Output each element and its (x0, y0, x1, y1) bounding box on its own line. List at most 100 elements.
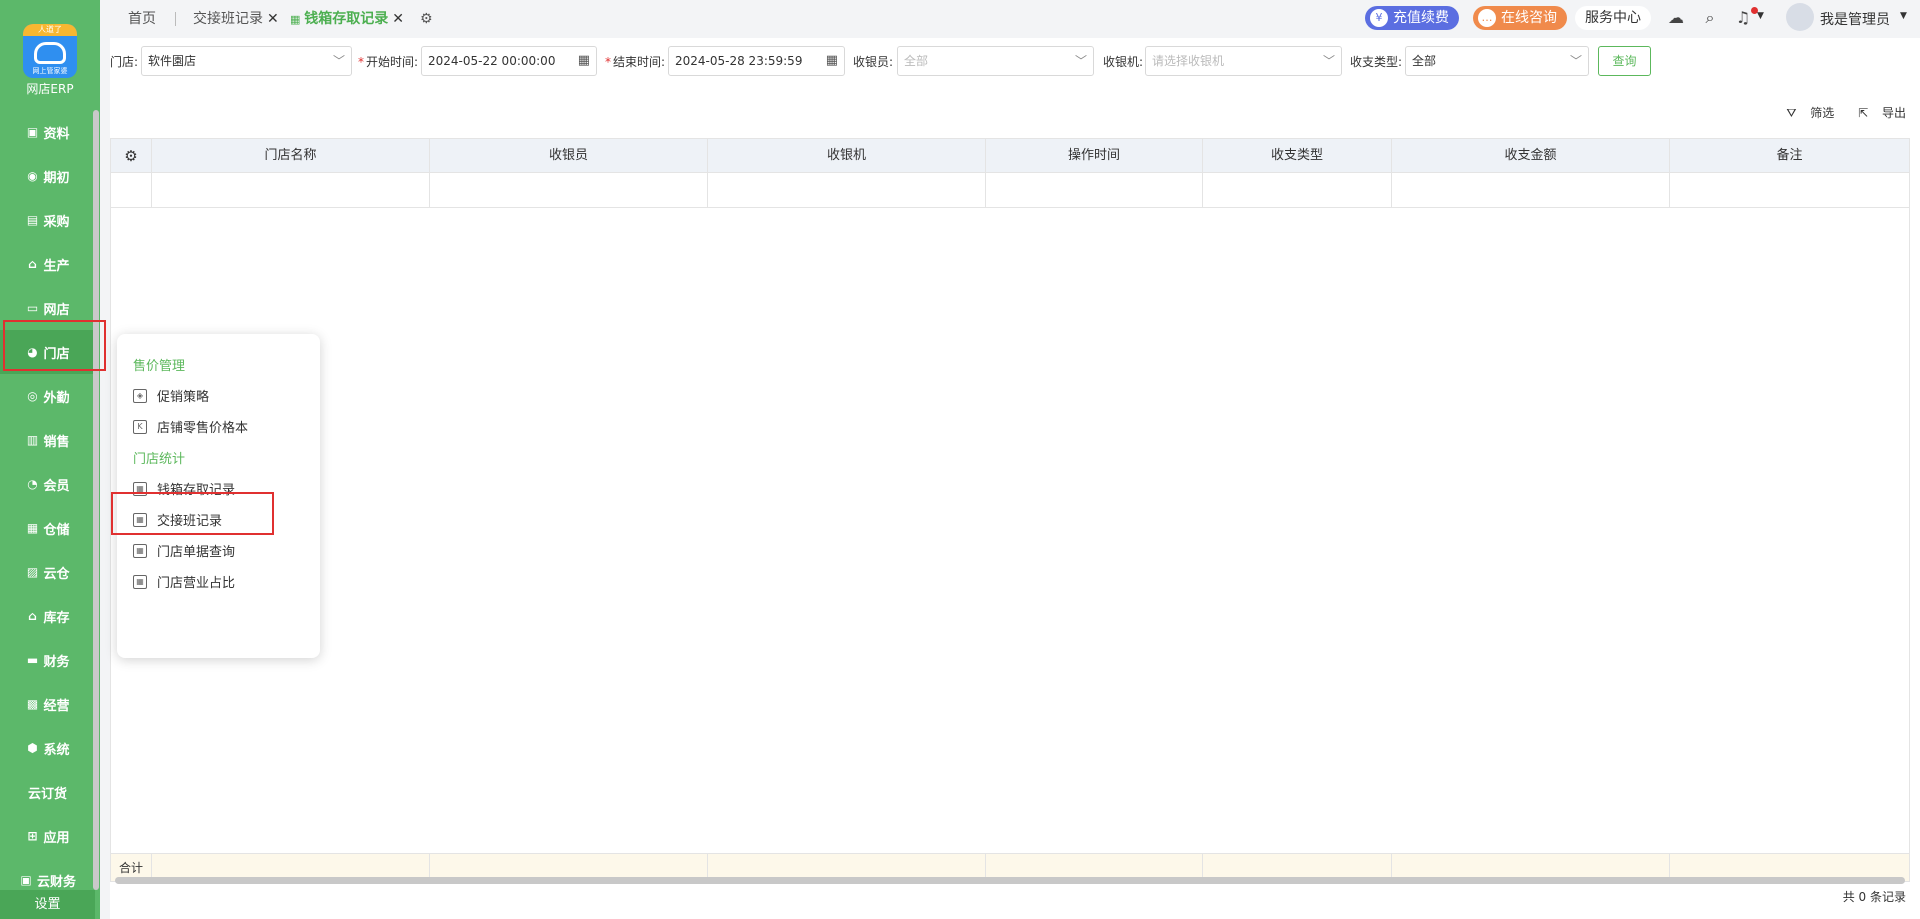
cloud-warehouse-icon: ▨ (26, 565, 39, 579)
table-cell (1392, 173, 1670, 207)
store-label: 门店: (110, 55, 139, 69)
funnel-icon: ⛛ (1786, 106, 1797, 120)
recharge-button[interactable]: ¥ 充值续费 (1365, 6, 1459, 30)
bell-icon[interactable]: ♫ (1733, 8, 1753, 28)
highlight-box-cashbox (111, 492, 274, 535)
avatar[interactable] (1786, 3, 1814, 31)
sidebar-item-label: 生产 (43, 258, 70, 274)
column-header[interactable]: 收银机 (708, 139, 986, 172)
warehouse-icon: ▦ (26, 521, 39, 535)
menu-item-store-share[interactable]: ▦ 门店营业占比 (133, 572, 235, 591)
table-cell (152, 173, 430, 207)
tab-separator (175, 12, 176, 26)
cashier-select[interactable]: 全部 ﹀ (897, 46, 1094, 76)
record-count: 共 0 条记录 (1842, 890, 1906, 904)
column-header[interactable]: 收支金额 (1392, 139, 1670, 172)
chevron-down-icon[interactable]: ▼ (1757, 11, 1764, 21)
sidebar-item-jingying[interactable]: ▩ 经营 (0, 682, 95, 726)
type-value: 全部 (1412, 54, 1437, 68)
column-header[interactable]: 收支类型 (1203, 139, 1392, 172)
finance-icon: ▬ (26, 653, 39, 667)
sidebar-item-label: 网店 (43, 302, 70, 318)
calendar-icon: ▦ (577, 53, 590, 68)
type-label: 收支类型: (1350, 55, 1403, 69)
sidebar-item-waiqin[interactable]: ◎ 外勤 (0, 374, 95, 418)
sidebar-item-label: 经营 (43, 698, 70, 714)
chevron-down-icon[interactable]: ▼ (1900, 11, 1907, 21)
query-button[interactable]: 查询 (1598, 46, 1651, 76)
register-select[interactable]: 请选择收银机 ﹀ (1145, 46, 1342, 76)
type-select[interactable]: 全部 ﹀ (1405, 46, 1589, 76)
sidebar-item-xitong[interactable]: ⬢ 系统 (0, 726, 95, 770)
column-header[interactable]: 收银员 (430, 139, 708, 172)
end-time-input[interactable]: 2024-05-28 23:59:59 ▦ (668, 46, 845, 76)
sidebar-item-label: 云订货 (27, 786, 67, 802)
sidebar-item-label: 外勤 (43, 390, 70, 406)
sidebar-item-shengchan[interactable]: ⌂ 生产 (0, 242, 95, 286)
recharge-label: 充值续费 (1393, 10, 1449, 26)
sidebar-item-ziliao[interactable]: ▣ 资料 (0, 110, 95, 154)
table-cell (1203, 173, 1392, 207)
tab-home[interactable]: 首页 (128, 6, 156, 32)
column-header[interactable]: 门店名称 (152, 139, 430, 172)
export-button[interactable]: ⇱ 导出 (1848, 106, 1906, 120)
cashier-label: 收银员: (853, 55, 894, 69)
cloud-download-icon[interactable]: ☁ (1666, 8, 1686, 28)
user-name[interactable]: 我是管理员 (1820, 9, 1890, 29)
horizontal-scrollbar[interactable] (115, 877, 1905, 884)
column-header[interactable]: 操作时间 (986, 139, 1203, 172)
menu-item-promotion[interactable]: ◈ 促销策略 (133, 386, 209, 405)
sidebar-item-yingyong[interactable]: ⊞ 应用 (0, 814, 95, 858)
sidebar-item-xiaoshou[interactable]: ▥ 销售 (0, 418, 95, 462)
sidebar-item-label: 财务 (43, 654, 70, 670)
sidebar-item-caiwu[interactable]: ▬ 财务 (0, 638, 95, 682)
start-time-input[interactable]: 2024-05-22 00:00:00 ▦ (421, 46, 597, 76)
brand-name: 网店ERP (26, 82, 74, 96)
sidebar-item-label: 销售 (43, 434, 70, 450)
calendar-icon: ▦ (290, 13, 305, 26)
column-settings-icon[interactable]: ⚙ (111, 139, 152, 172)
close-icon[interactable]: ✕ (267, 11, 279, 27)
menu-item-retail-price[interactable]: K 店铺零售价格本 (133, 417, 248, 436)
sidebar-item-qichu[interactable]: ◉ 期初 (0, 154, 95, 198)
sidebar-item-kucun[interactable]: ⌂ 库存 (0, 594, 95, 638)
tab-shift-records[interactable]: 交接班记录 ✕ (193, 6, 279, 32)
table-row (111, 173, 1909, 208)
sidebar: 人道了 网上管家婆 网店ERP ▣ 资料 ◉ 期初 ▤ 采购 ⌂ 生产 ▭ 网店 ◕ 门店 … (0, 0, 106, 919)
settings-button[interactable]: 设置 (0, 890, 95, 919)
chat-icon: … (1478, 9, 1496, 27)
export-icon: ⇱ (1858, 106, 1869, 120)
table-cell (708, 173, 986, 207)
export-label: 导出 (1881, 106, 1906, 120)
group-price-management: 售价管理 (133, 359, 186, 374)
filter-button[interactable]: ⛛ 筛选 (1776, 106, 1834, 120)
tab-settings[interactable]: ⚙ (420, 6, 433, 32)
sidebar-item-yuncang[interactable]: ▨ 云仓 (0, 550, 95, 594)
close-icon[interactable]: ✕ (392, 11, 404, 27)
highlight-box-mendian (3, 320, 106, 371)
logo-sub-text: 网上管家婆 (32, 67, 68, 75)
sidebar-item-huiyuan[interactable]: ◔ 会员 (0, 462, 95, 506)
menu-item-store-docs[interactable]: ▦ 门店单据查询 (133, 541, 235, 560)
chevron-down-icon: ﹀ (1322, 54, 1335, 68)
tab-cashbox-records[interactable]: ▦ 钱箱存取记录 ✕ (290, 6, 404, 32)
column-header[interactable]: 备注 (1670, 139, 1909, 172)
store-select[interactable]: 软件園店 ﹀ (141, 46, 352, 76)
sidebar-item-label: 云仓 (43, 566, 70, 582)
sidebar-item-yundinghuo[interactable]: 云订货 (0, 770, 95, 814)
sidebar-item-label: 系统 (43, 742, 70, 758)
register-placeholder: 请选择收银机 (1152, 54, 1225, 68)
sidebar-item-caigou[interactable]: ▤ 采购 (0, 198, 95, 242)
service-center-button[interactable]: 服务中心 (1575, 6, 1651, 30)
search-icon[interactable]: ⌕ (1700, 8, 1720, 28)
cloud-finance-icon: ▣ (20, 873, 32, 887)
table-cell (1670, 173, 1909, 207)
cloud-icon (34, 42, 66, 64)
cashier-value: 全部 (904, 54, 929, 68)
consult-button[interactable]: … 在线咨询 (1473, 6, 1567, 30)
inventory-icon: ⌂ (28, 609, 37, 623)
sidebar-scrollbar[interactable] (93, 110, 99, 890)
start-time-label: * 开始时间: (358, 53, 418, 70)
sidebar-menu: ▣ 资料 ◉ 期初 ▤ 采购 ⌂ 生产 ▭ 网店 ◕ 门店 ◎ 外勤 ▥ 销售 ◔ 会员 ▦ 仓储 … (0, 110, 95, 902)
sidebar-item-cangchu[interactable]: ▦ 仓储 (0, 506, 95, 550)
